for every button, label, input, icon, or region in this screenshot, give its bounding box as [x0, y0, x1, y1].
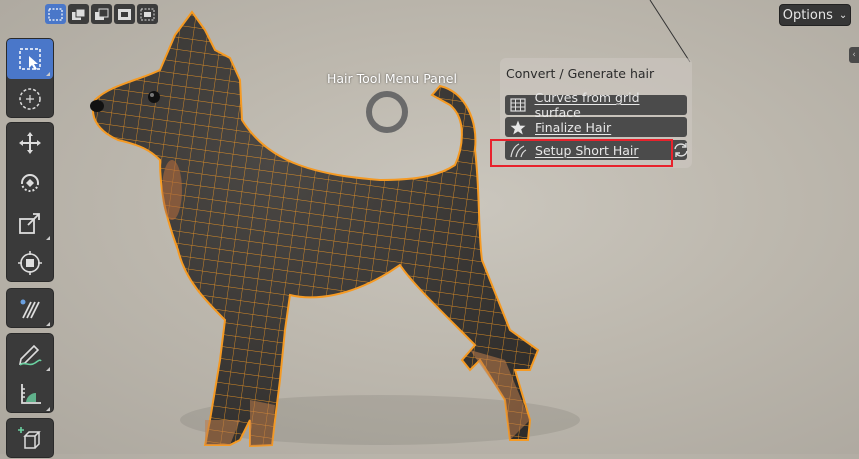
select-tools-group: [6, 38, 54, 118]
pie-menu-center-icon: [366, 91, 408, 133]
refresh-icon[interactable]: [671, 141, 691, 159]
add-tools-group: [6, 418, 54, 458]
select-extend-icon[interactable]: [68, 4, 89, 24]
options-label: Options: [782, 7, 833, 23]
transform-tools-group: [6, 122, 54, 282]
menu-item-label: Finalize Hair: [535, 119, 612, 135]
grid-icon: [507, 98, 529, 112]
select-box-icon[interactable]: [7, 39, 53, 79]
menu-item-label: Curves from grid surface: [534, 90, 640, 120]
3d-viewport[interactable]: Options ⌄ ‹ Hair Tool Menu Panel Convert…: [0, 0, 859, 458]
transform-icon[interactable]: [7, 243, 53, 283]
select-subtract-icon[interactable]: [91, 4, 112, 24]
measure-icon[interactable]: [7, 374, 53, 414]
annotate-tools-group: [6, 333, 54, 413]
options-dropdown[interactable]: Options ⌄: [779, 4, 851, 26]
annotate-icon[interactable]: [7, 334, 53, 374]
star-icon: [507, 120, 529, 135]
selection-mode-group: [45, 4, 158, 26]
comb-tools-group: [6, 288, 54, 328]
highlight-box: [490, 139, 673, 167]
hair-tool-menu-label: Hair Tool Menu Panel: [327, 71, 457, 86]
dog-model: [90, 0, 691, 448]
panel-title: Convert / Generate hair: [506, 66, 655, 81]
curves-from-grid-surface-button[interactable]: Curves from grid surface: [505, 90, 687, 120]
select-circle-icon[interactable]: [7, 79, 53, 119]
chevron-down-icon: ⌄: [838, 9, 848, 21]
scale-icon[interactable]: [7, 203, 53, 243]
rotate-icon[interactable]: [7, 163, 53, 203]
select-intersect-icon[interactable]: [137, 4, 158, 24]
finalize-hair-button[interactable]: Finalize Hair: [505, 117, 687, 137]
select-new-icon[interactable]: [45, 4, 66, 24]
select-invert-icon[interactable]: [114, 4, 135, 24]
add-cube-icon[interactable]: [7, 419, 53, 459]
sidebar-toggle-icon[interactable]: ‹: [849, 47, 859, 63]
move-icon[interactable]: [7, 123, 53, 163]
comb-icon[interactable]: [7, 289, 53, 329]
